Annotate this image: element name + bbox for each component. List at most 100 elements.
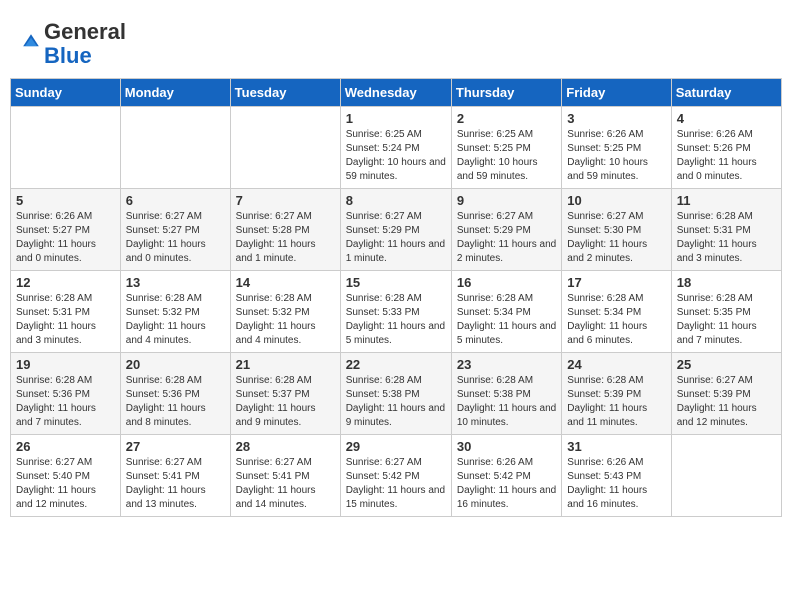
day-number: 22 xyxy=(346,357,446,372)
day-info: Sunrise: 6:26 AM Sunset: 5:26 PM Dayligh… xyxy=(677,128,776,184)
calendar-cell: 30 Sunrise: 6:26 AM Sunset: 5:42 PM Dayli… xyxy=(451,435,561,517)
day-number: 19 xyxy=(16,357,115,372)
day-number: 29 xyxy=(346,439,446,454)
calendar-table: SundayMondayTuesdayWednesdayThursdayFrid… xyxy=(10,78,782,517)
day-number: 1 xyxy=(346,111,446,126)
logo-blue-text: Blue xyxy=(44,43,92,68)
day-number: 24 xyxy=(567,357,665,372)
day-info: Sunrise: 6:28 AM Sunset: 5:36 PM Dayligh… xyxy=(16,374,115,430)
calendar-cell: 17 Sunrise: 6:28 AM Sunset: 5:34 PM Dayli… xyxy=(562,271,671,353)
calendar-cell: 23 Sunrise: 6:28 AM Sunset: 5:38 PM Dayli… xyxy=(451,353,561,435)
calendar-cell xyxy=(11,107,121,189)
calendar-cell: 8Sunrise: 6:27 AM Sunset: 5:29 PM Daylig… xyxy=(340,189,451,271)
day-number: 3 xyxy=(567,111,665,126)
weekday-header-tuesday: Tuesday xyxy=(230,79,340,107)
calendar-week-row: 5 Sunrise: 6:26 AM Sunset: 5:27 PM Daylig… xyxy=(11,189,782,271)
day-number: 28 xyxy=(236,439,335,454)
calendar-week-row: 26Sunrise: 6:27 AM Sunset: 5:40 PM Dayli… xyxy=(11,435,782,517)
day-number: 27 xyxy=(126,439,225,454)
calendar-cell xyxy=(120,107,230,189)
day-info: Sunrise: 6:28 AM Sunset: 5:36 PM Dayligh… xyxy=(126,374,225,430)
day-number: 16 xyxy=(457,275,556,290)
day-info: Sunrise: 6:26 AM Sunset: 5:43 PM Dayligh… xyxy=(567,456,665,512)
day-number: 17 xyxy=(567,275,665,290)
calendar-cell: 31 Sunrise: 6:26 AM Sunset: 5:43 PM Dayli… xyxy=(562,435,671,517)
day-info: Sunrise: 6:28 AM Sunset: 5:34 PM Dayligh… xyxy=(567,292,665,348)
calendar-body: 1 Sunrise: 6:25 AM Sunset: 5:24 PM Daylig… xyxy=(11,107,782,517)
calendar-cell: 26Sunrise: 6:27 AM Sunset: 5:40 PM Dayli… xyxy=(11,435,121,517)
calendar-cell: 18 Sunrise: 6:28 AM Sunset: 5:35 PM Dayli… xyxy=(671,271,781,353)
calendar-cell: 25 Sunrise: 6:27 AM Sunset: 5:39 PM Dayli… xyxy=(671,353,781,435)
day-number: 31 xyxy=(567,439,665,454)
day-number: 18 xyxy=(677,275,776,290)
day-info: Sunrise: 6:28 AM Sunset: 5:35 PM Dayligh… xyxy=(677,292,776,348)
calendar-cell: 29 Sunrise: 6:27 AM Sunset: 5:42 PM Dayli… xyxy=(340,435,451,517)
calendar-cell: 11 Sunrise: 6:28 AM Sunset: 5:31 PM Dayli… xyxy=(671,189,781,271)
day-info: Sunrise: 6:27 AM Sunset: 5:41 PM Dayligh… xyxy=(236,456,335,512)
weekday-header-thursday: Thursday xyxy=(451,79,561,107)
weekday-header-saturday: Saturday xyxy=(671,79,781,107)
day-info: Sunrise: 6:26 AM Sunset: 5:25 PM Dayligh… xyxy=(567,128,665,184)
day-info: Sunrise: 6:27 AM Sunset: 5:30 PM Dayligh… xyxy=(567,210,665,266)
day-number: 6 xyxy=(126,193,225,208)
day-number: 12 xyxy=(16,275,115,290)
calendar-cell: 5 Sunrise: 6:26 AM Sunset: 5:27 PM Daylig… xyxy=(11,189,121,271)
day-number: 13 xyxy=(126,275,225,290)
day-info: Sunrise: 6:27 AM Sunset: 5:29 PM Dayligh… xyxy=(457,210,556,266)
calendar-cell xyxy=(230,107,340,189)
calendar-cell: 1 Sunrise: 6:25 AM Sunset: 5:24 PM Daylig… xyxy=(340,107,451,189)
calendar-week-row: 19 Sunrise: 6:28 AM Sunset: 5:36 PM Dayli… xyxy=(11,353,782,435)
day-number: 20 xyxy=(126,357,225,372)
calendar-week-row: 1 Sunrise: 6:25 AM Sunset: 5:24 PM Daylig… xyxy=(11,107,782,189)
calendar-cell: 14 Sunrise: 6:28 AM Sunset: 5:32 PM Dayli… xyxy=(230,271,340,353)
day-info: Sunrise: 6:25 AM Sunset: 5:25 PM Dayligh… xyxy=(457,128,556,184)
day-info: Sunrise: 6:27 AM Sunset: 5:42 PM Dayligh… xyxy=(346,456,446,512)
day-info: Sunrise: 6:27 AM Sunset: 5:39 PM Dayligh… xyxy=(677,374,776,430)
calendar-cell: 3 Sunrise: 6:26 AM Sunset: 5:25 PM Daylig… xyxy=(562,107,671,189)
day-info: Sunrise: 6:25 AM Sunset: 5:24 PM Dayligh… xyxy=(346,128,446,184)
calendar-cell: 21 Sunrise: 6:28 AM Sunset: 5:37 PM Dayli… xyxy=(230,353,340,435)
day-number: 5 xyxy=(16,193,115,208)
day-info: Sunrise: 6:28 AM Sunset: 5:39 PM Dayligh… xyxy=(567,374,665,430)
day-info: Sunrise: 6:28 AM Sunset: 5:32 PM Dayligh… xyxy=(126,292,225,348)
calendar-cell: 13 Sunrise: 6:28 AM Sunset: 5:32 PM Dayli… xyxy=(120,271,230,353)
day-info: Sunrise: 6:28 AM Sunset: 5:33 PM Dayligh… xyxy=(346,292,446,348)
day-number: 14 xyxy=(236,275,335,290)
calendar-cell: 27Sunrise: 6:27 AM Sunset: 5:41 PM Dayli… xyxy=(120,435,230,517)
day-number: 30 xyxy=(457,439,556,454)
day-number: 21 xyxy=(236,357,335,372)
day-info: Sunrise: 6:28 AM Sunset: 5:37 PM Dayligh… xyxy=(236,374,335,430)
calendar-cell: 28 Sunrise: 6:27 AM Sunset: 5:41 PM Dayli… xyxy=(230,435,340,517)
calendar-cell: 2 Sunrise: 6:25 AM Sunset: 5:25 PM Daylig… xyxy=(451,107,561,189)
calendar-cell: 7Sunrise: 6:27 AM Sunset: 5:28 PM Daylig… xyxy=(230,189,340,271)
day-number: 25 xyxy=(677,357,776,372)
day-info: Sunrise: 6:28 AM Sunset: 5:38 PM Dayligh… xyxy=(346,374,446,430)
calendar-cell: 19 Sunrise: 6:28 AM Sunset: 5:36 PM Dayli… xyxy=(11,353,121,435)
calendar-cell: 4Sunrise: 6:26 AM Sunset: 5:26 PM Daylig… xyxy=(671,107,781,189)
day-number: 9 xyxy=(457,193,556,208)
calendar-cell: 22 Sunrise: 6:28 AM Sunset: 5:38 PM Dayli… xyxy=(340,353,451,435)
day-info: Sunrise: 6:28 AM Sunset: 5:32 PM Dayligh… xyxy=(236,292,335,348)
day-info: Sunrise: 6:27 AM Sunset: 5:40 PM Dayligh… xyxy=(16,456,115,512)
calendar-week-row: 12Sunrise: 6:28 AM Sunset: 5:31 PM Dayli… xyxy=(11,271,782,353)
calendar-cell: 16 Sunrise: 6:28 AM Sunset: 5:34 PM Dayli… xyxy=(451,271,561,353)
day-info: Sunrise: 6:27 AM Sunset: 5:27 PM Dayligh… xyxy=(126,210,225,266)
day-number: 23 xyxy=(457,357,556,372)
calendar-cell: 24 Sunrise: 6:28 AM Sunset: 5:39 PM Dayli… xyxy=(562,353,671,435)
day-number: 11 xyxy=(677,193,776,208)
calendar-cell: 9 Sunrise: 6:27 AM Sunset: 5:29 PM Daylig… xyxy=(451,189,561,271)
calendar-cell: 20 Sunrise: 6:28 AM Sunset: 5:36 PM Dayli… xyxy=(120,353,230,435)
day-number: 2 xyxy=(457,111,556,126)
day-info: Sunrise: 6:27 AM Sunset: 5:29 PM Dayligh… xyxy=(346,210,446,266)
day-info: Sunrise: 6:27 AM Sunset: 5:28 PM Dayligh… xyxy=(236,210,335,266)
weekday-header-sunday: Sunday xyxy=(11,79,121,107)
day-info: Sunrise: 6:28 AM Sunset: 5:34 PM Dayligh… xyxy=(457,292,556,348)
weekday-header-wednesday: Wednesday xyxy=(340,79,451,107)
day-info: Sunrise: 6:28 AM Sunset: 5:31 PM Dayligh… xyxy=(677,210,776,266)
day-info: Sunrise: 6:26 AM Sunset: 5:27 PM Dayligh… xyxy=(16,210,115,266)
calendar-cell: 12Sunrise: 6:28 AM Sunset: 5:31 PM Dayli… xyxy=(11,271,121,353)
day-info: Sunrise: 6:28 AM Sunset: 5:38 PM Dayligh… xyxy=(457,374,556,430)
day-number: 10 xyxy=(567,193,665,208)
day-info: Sunrise: 6:26 AM Sunset: 5:42 PM Dayligh… xyxy=(457,456,556,512)
logo-general-text: General xyxy=(44,19,126,44)
